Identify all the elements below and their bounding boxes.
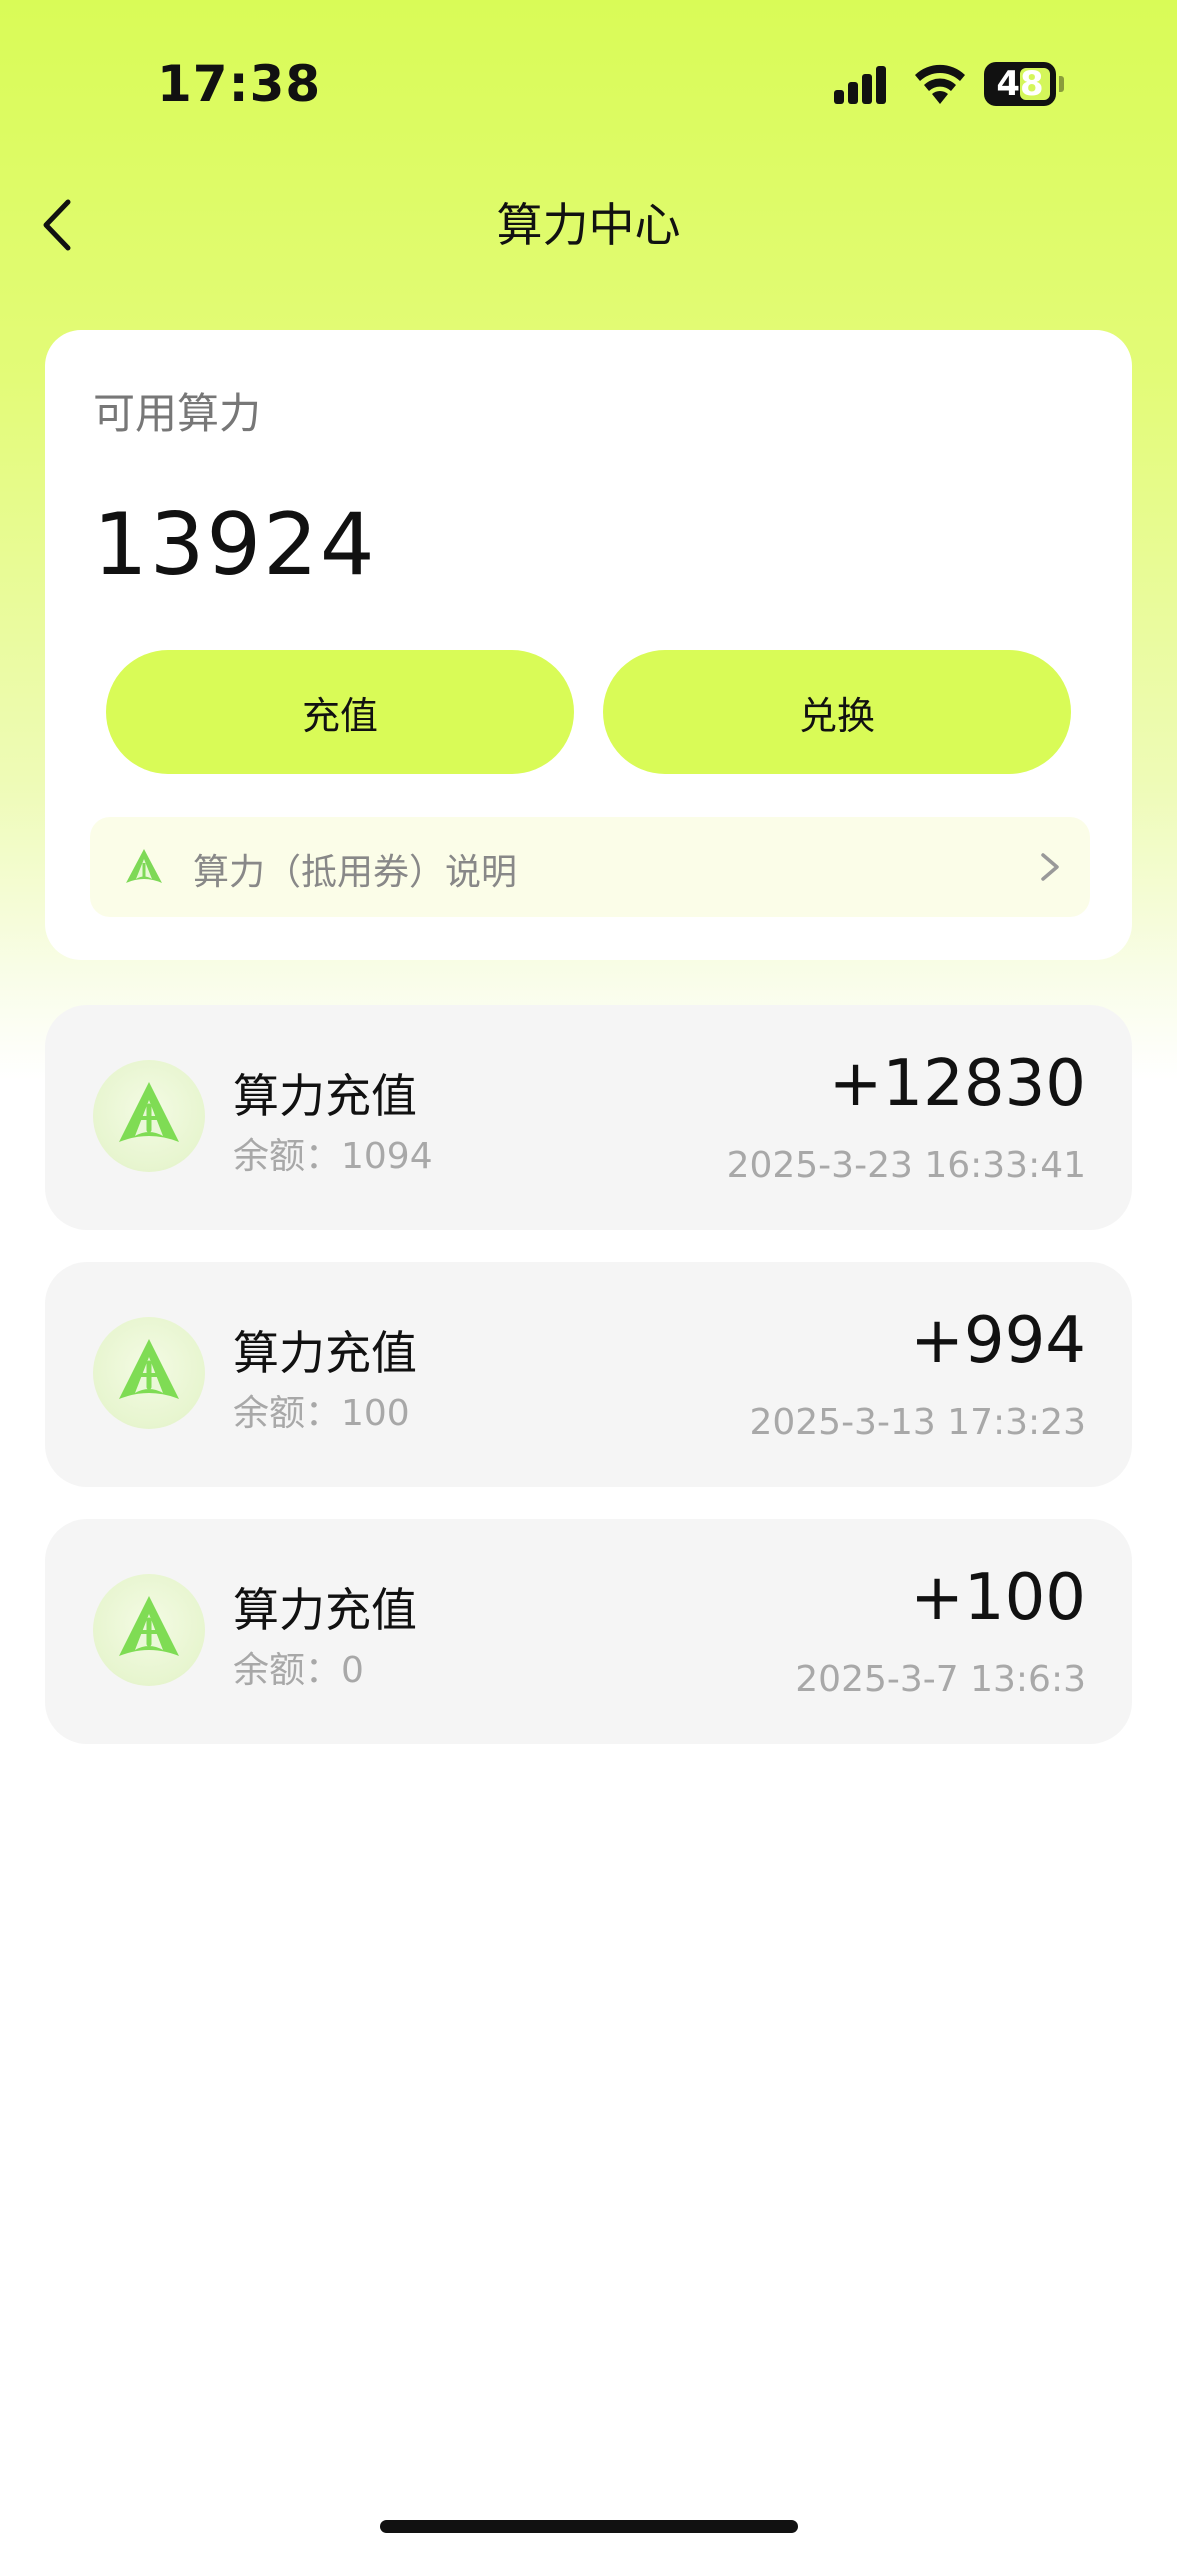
home-indicator[interactable] [380,2520,798,2533]
transaction-icon [93,1060,205,1172]
transaction-date: 2025-3-23 16:33:41 [726,1145,1086,1186]
transaction-row[interactable]: 算力充值 余额：1094 +12830 2025-3-23 16:33:41 [45,1005,1132,1230]
status-time: 17:38 [157,55,322,113]
transaction-balance: 余额：100 [233,1393,410,1434]
chevron-right-icon [1035,845,1065,889]
transaction-title: 算力充值 [233,1069,417,1123]
transaction-amount: +994 [910,1304,1086,1378]
transaction-icon [93,1574,205,1686]
battery-level: 48 [996,64,1044,104]
compute-info-row[interactable]: 算力（抵用券）说明 [90,817,1090,917]
recharge-button[interactable]: 充值 [106,650,574,774]
logo-icon [119,1082,179,1142]
page-title: 算力中心 [496,198,681,252]
info-label: 算力（抵用券）说明 [193,852,518,893]
transaction-row[interactable]: 算力充值 余额：0 +100 2025-3-7 13:6:3 [45,1519,1132,1744]
battery-nub [1059,76,1064,92]
balance-value: 13924 [93,495,377,595]
logo-icon [122,845,166,889]
transaction-amount: +12830 [828,1047,1086,1121]
wifi-icon [912,60,968,106]
transaction-icon [93,1317,205,1429]
logo-icon [119,1339,179,1399]
transaction-balance: 余额：1094 [233,1136,433,1177]
transaction-title: 算力充值 [233,1326,417,1380]
signal-icon [834,64,894,104]
exchange-button[interactable]: 兑换 [603,650,1071,774]
transaction-amount: +100 [910,1561,1086,1635]
battery-icon: 48 [984,62,1056,106]
transaction-balance: 余额：0 [233,1650,364,1691]
transaction-date: 2025-3-7 13:6:3 [795,1659,1086,1700]
logo-icon [119,1596,179,1656]
balance-card: 可用算力 13924 充值 兑换 算力（抵用券）说明 [45,330,1132,960]
transaction-title: 算力充值 [233,1583,417,1637]
transaction-row[interactable]: 算力充值 余额：100 +994 2025-3-13 17:3:23 [45,1262,1132,1487]
transaction-date: 2025-3-13 17:3:23 [749,1402,1086,1443]
balance-label: 可用算力 [93,389,262,438]
